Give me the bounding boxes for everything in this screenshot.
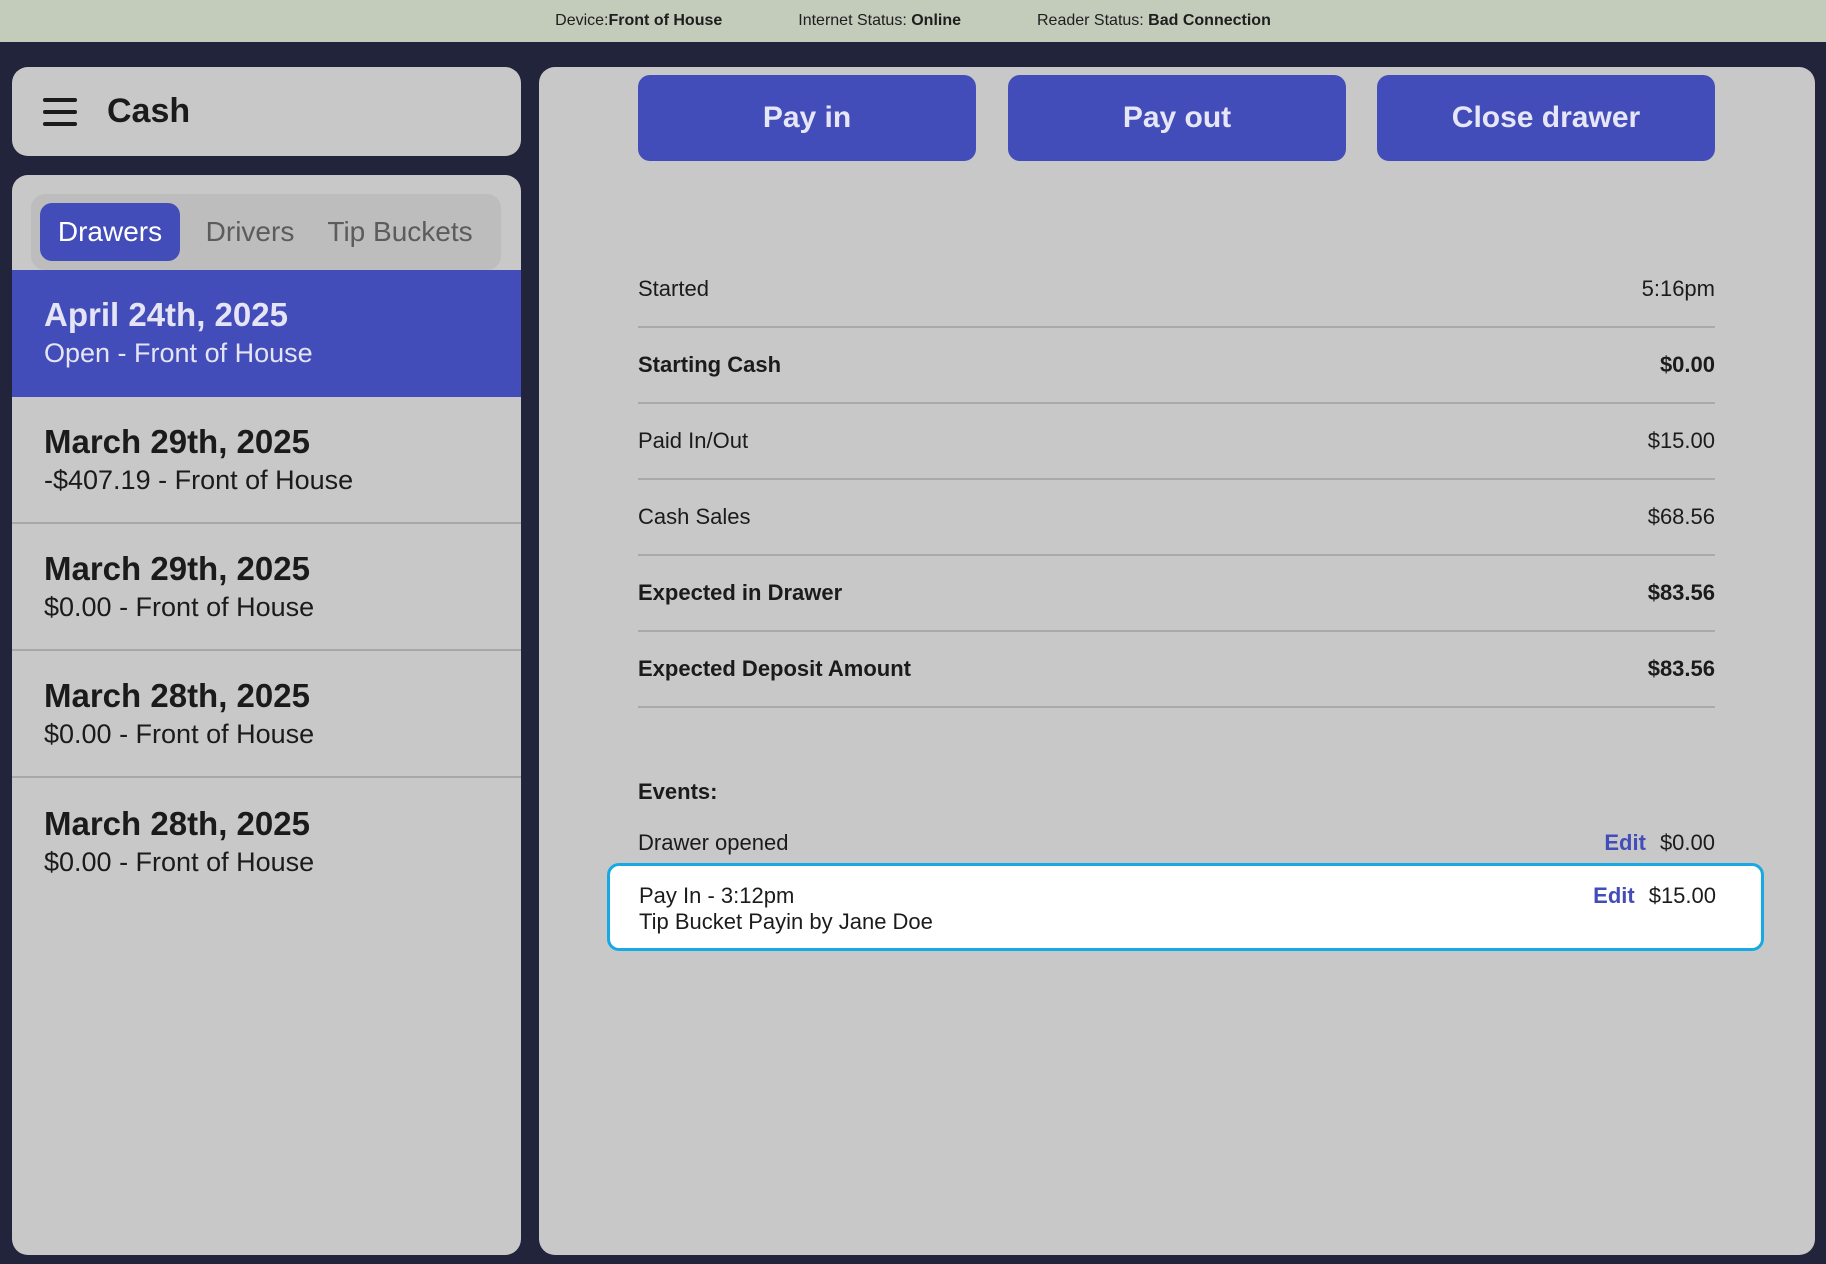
summary-value: $0.00 [1659, 352, 1715, 377]
drawer-list-item[interactable]: March 29th, 2025 $0.00 - Front of House [12, 524, 521, 651]
events-heading: Events: [638, 779, 718, 804]
summary-value: $68.56 [1647, 504, 1715, 529]
event-amount: $0.00 [1659, 830, 1715, 855]
internet-status: Internet Status: Online [798, 12, 961, 30]
summary-label: Expected in Drawer [638, 580, 843, 605]
summary-row-expected-deposit: Expected Deposit Amount $83.56 [638, 632, 1715, 708]
reader-status: Reader Status: Bad Connection [1037, 12, 1271, 30]
tab-tip-buckets[interactable]: Tip Buckets [320, 203, 480, 261]
pay-out-button[interactable]: Pay out [1008, 75, 1346, 161]
drawer-subtitle: $0.00 - Front of House [44, 718, 315, 749]
drawer-subtitle: Open - Front of House [44, 337, 313, 368]
summary-row-expected-in-drawer: Expected in Drawer $83.56 [638, 556, 1715, 632]
drawer-list-item[interactable]: March 28th, 2025 $0.00 - Front of House [12, 778, 521, 905]
event-row-drawer-opened: Drawer opened Edit $0.00 [638, 827, 1715, 859]
summary-row-paid-in-out: Paid In/Out $15.00 [638, 404, 1715, 480]
summary-value: $83.56 [1647, 580, 1715, 605]
summary-row-cash-sales: Cash Sales $68.56 [638, 480, 1715, 556]
drawer-date: March 29th, 2025 [44, 549, 310, 587]
page-title: Cash [107, 92, 191, 130]
drawer-summary: Started 5:16pm Starting Cash $0.00 Paid … [638, 252, 1715, 708]
tab-drivers[interactable]: Drivers [192, 203, 308, 261]
drawer-list-item[interactable]: April 24th, 2025 Open - Front of House [12, 270, 521, 397]
sidebar-panel: Drawers Drivers Tip Buckets April 24th, … [12, 175, 521, 1255]
event-row-pay-in[interactable]: Pay In - 3:12pm Tip Bucket Payin by Jane… [607, 863, 1764, 951]
drawer-list-item[interactable]: March 28th, 2025 $0.00 - Front of House [12, 651, 521, 778]
hamburger-menu-icon[interactable] [43, 97, 77, 126]
status-bar: Device:Front of House Internet Status: O… [0, 0, 1826, 42]
summary-row-started: Started 5:16pm [638, 252, 1715, 328]
reader-status-label: Reader Status: [1037, 12, 1149, 29]
edit-event-link[interactable]: Edit [1604, 830, 1646, 856]
drawer-list-item[interactable]: March 29th, 2025 -$407.19 - Front of Hou… [12, 397, 521, 524]
summary-label: Expected Deposit Amount [638, 656, 911, 681]
summary-value: $83.56 [1647, 656, 1715, 681]
edit-event-link[interactable]: Edit [1593, 883, 1635, 909]
drawer-subtitle: $0.00 - Front of House [44, 846, 315, 877]
summary-row-starting-cash: Starting Cash $0.00 [638, 328, 1715, 404]
segmented-control: Drawers Drivers Tip Buckets [31, 194, 501, 270]
close-drawer-button[interactable]: Close drawer [1377, 75, 1715, 161]
summary-value: 5:16pm [1641, 276, 1715, 301]
summary-label: Started [638, 276, 709, 301]
drawer-date: April 24th, 2025 [44, 295, 288, 333]
pay-in-button[interactable]: Pay in [638, 75, 976, 161]
device-status-label: Device: [555, 12, 609, 29]
internet-status-value: Online [911, 12, 961, 29]
summary-label: Cash Sales [638, 504, 751, 529]
tab-drawers[interactable]: Drawers [40, 203, 180, 261]
drawer-date: March 28th, 2025 [44, 676, 310, 714]
drawer-subtitle: $0.00 - Front of House [44, 591, 315, 622]
drawer-date: March 29th, 2025 [44, 422, 310, 460]
summary-label: Starting Cash [638, 352, 782, 377]
device-status-value: Front of House [608, 12, 723, 29]
drawer-detail-panel: Pay in Pay out Close drawer Started 5:16… [539, 67, 1815, 1255]
summary-label: Paid In/Out [638, 428, 749, 453]
sidebar-header: Cash [12, 67, 521, 156]
event-amount: $15.00 [1648, 883, 1716, 908]
event-title: Pay In - 3:12pm [639, 883, 795, 908]
summary-value: $15.00 [1647, 428, 1715, 453]
event-title: Drawer opened [638, 830, 789, 855]
drawer-date: March 28th, 2025 [44, 804, 310, 842]
reader-status-value: Bad Connection [1148, 12, 1271, 29]
drawer-list: April 24th, 2025 Open - Front of House M… [12, 270, 521, 905]
event-detail: Tip Bucket Payin by Jane Doe [639, 909, 933, 934]
device-status: Device:Front of House [555, 12, 722, 30]
drawer-subtitle: -$407.19 - Front of House [44, 464, 354, 495]
internet-status-label: Internet Status: [798, 12, 912, 29]
